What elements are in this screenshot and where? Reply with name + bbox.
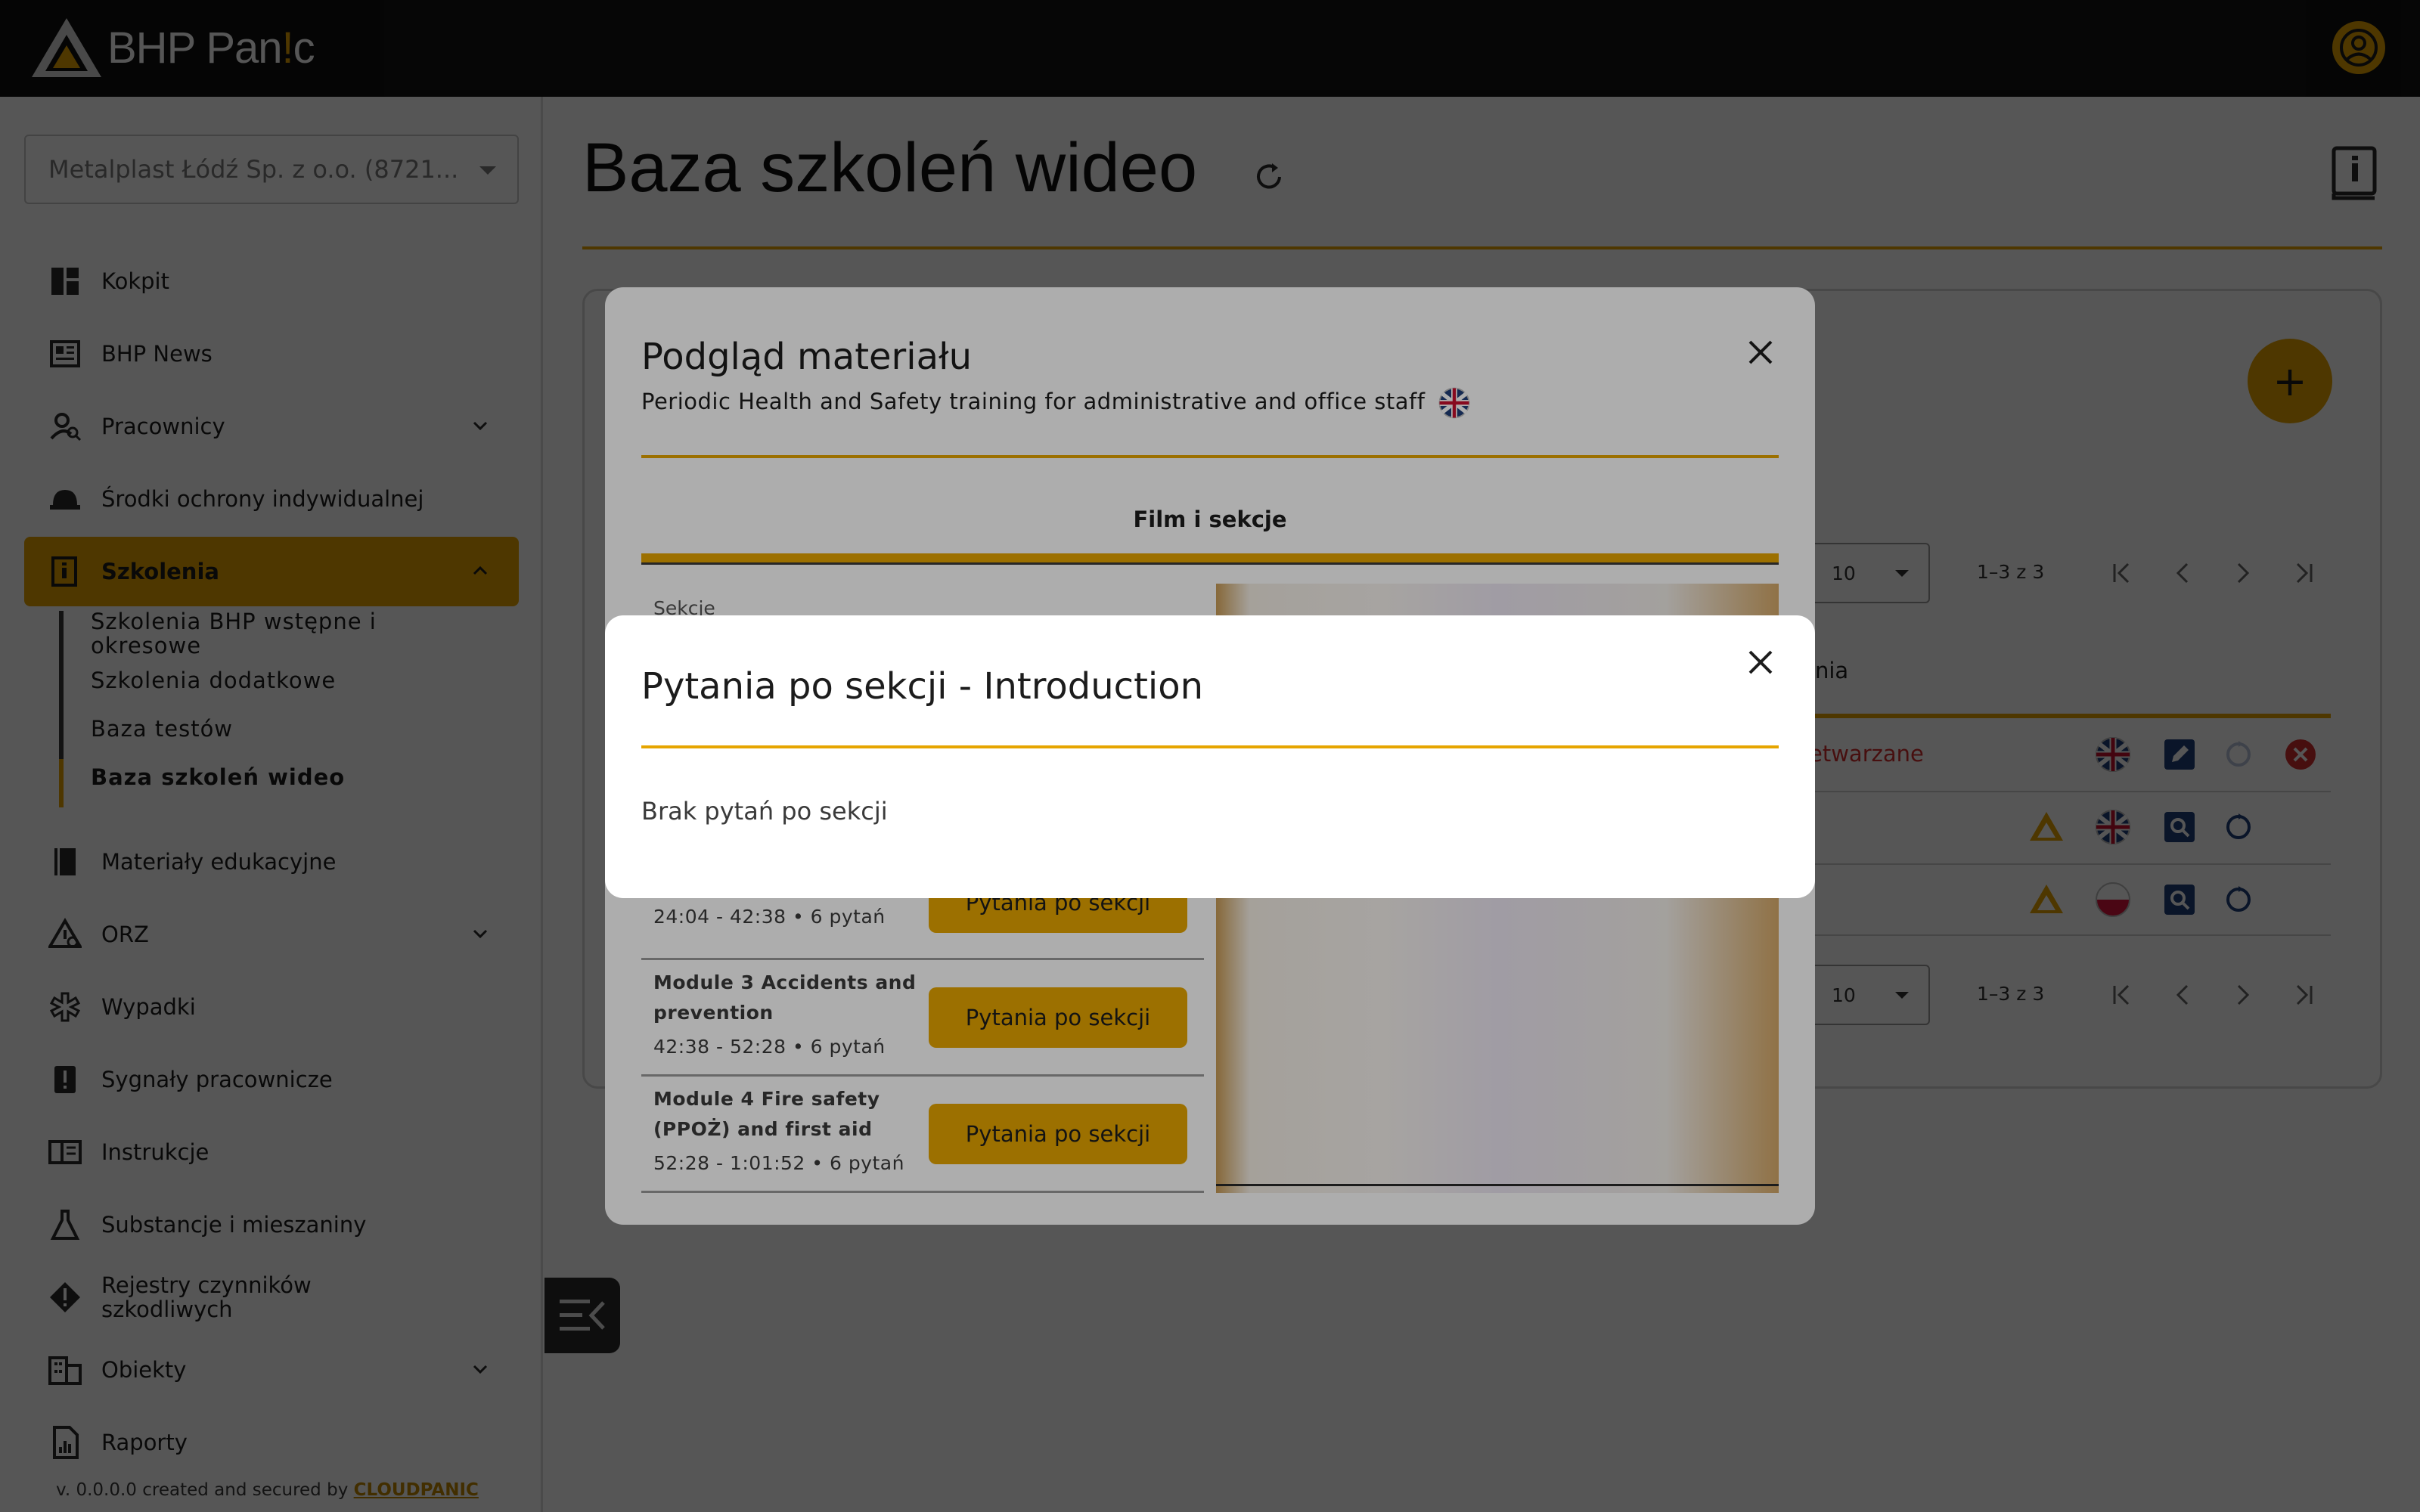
- empty-questions-message: Brak pytań po sekcji: [641, 797, 888, 826]
- dialog-divider: [641, 745, 1779, 748]
- dialog-title: Pytania po sekcji - Introduction: [641, 665, 1204, 708]
- section-questions-dialog: Pytania po sekcji - Introduction Brak py…: [605, 615, 1815, 898]
- close-icon[interactable]: [1745, 647, 1776, 677]
